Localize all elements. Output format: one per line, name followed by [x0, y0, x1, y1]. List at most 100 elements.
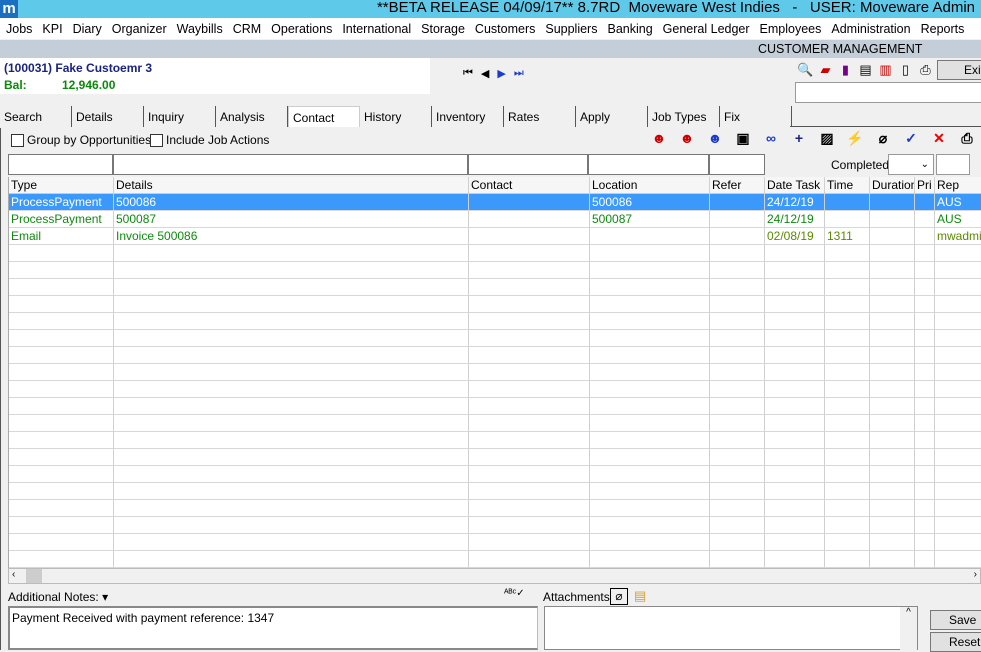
contact-out-icon[interactable]: ☻ — [706, 130, 724, 148]
search-zoom-icon[interactable]: 🔍 — [797, 62, 814, 79]
menu-banking[interactable]: Banking — [607, 22, 652, 36]
empty-row[interactable] — [9, 347, 981, 364]
empty-row[interactable] — [9, 551, 981, 568]
completed-select[interactable]: ⌄ — [888, 154, 934, 175]
preview-icon[interactable]: ▯ — [897, 62, 914, 79]
checkbox-box[interactable] — [150, 133, 163, 147]
column-header[interactable]: Details — [114, 177, 469, 194]
table-row[interactable]: EmailInvoice 500086 02/08/191311 mwadmin — [9, 228, 981, 245]
link-icon[interactable]: ∞ — [762, 130, 780, 148]
document-list-icon[interactable]: ▤ — [857, 62, 874, 79]
attachments-list[interactable] — [544, 606, 918, 650]
print-icon[interactable]: ⎙ — [917, 62, 934, 79]
save-button[interactable]: Save — [930, 610, 981, 630]
menu-suppliers[interactable]: Suppliers — [545, 22, 597, 36]
menu-customers[interactable]: Customers — [475, 22, 535, 36]
tab-history[interactable]: History — [360, 106, 432, 127]
next-record-icon[interactable]: ▶ — [497, 67, 505, 80]
empty-row[interactable] — [9, 517, 981, 534]
column-header[interactable]: Contact — [469, 177, 590, 194]
menu-operations[interactable]: Operations — [271, 22, 332, 36]
menu-organizer[interactable]: Organizer — [112, 22, 167, 36]
column-header[interactable]: Time — [825, 177, 870, 194]
column-header[interactable]: Pri — [915, 177, 935, 194]
attach-paperclip-icon[interactable]: ⌀ — [610, 588, 628, 605]
pdf-icon[interactable]: ▥ — [877, 62, 894, 79]
notes-textarea[interactable]: Payment Received with payment reference:… — [8, 606, 538, 650]
column-header[interactable]: Location — [590, 177, 710, 194]
filter-details-input[interactable] — [113, 154, 468, 175]
tab-fix[interactable]: Fix — [720, 106, 792, 127]
menu-jobs[interactable]: Jobs — [6, 22, 32, 36]
additional-notes-label[interactable]: Additional Notes: ▾ — [8, 590, 108, 604]
menu-administration[interactable]: Administration — [831, 22, 910, 36]
completed-input[interactable] — [936, 154, 970, 175]
edit-icon[interactable]: ▨ — [818, 130, 836, 148]
menu-diary[interactable]: Diary — [73, 22, 102, 36]
include-job-actions-checkbox[interactable]: Include Job Actions — [150, 133, 269, 147]
checkbox-box[interactable] — [11, 133, 24, 147]
tab-search[interactable]: Search — [0, 106, 72, 127]
tab-inquiry[interactable]: Inquiry — [144, 106, 216, 127]
folder-icon[interactable]: ▰ — [817, 62, 834, 79]
menu-employees[interactable]: Employees — [760, 22, 822, 36]
empty-row[interactable] — [9, 466, 981, 483]
table-row[interactable]: ProcessPayment 500087 500087 24/12/19 AUS — [9, 211, 981, 228]
tab-contact[interactable]: Contact — [288, 106, 360, 127]
flash-icon[interactable]: ⚡ — [846, 130, 864, 148]
tab-apply[interactable]: Apply — [576, 106, 648, 127]
empty-row[interactable] — [9, 262, 981, 279]
column-header[interactable]: Duration — [870, 177, 915, 194]
column-header[interactable]: Type — [9, 177, 114, 194]
empty-row[interactable] — [9, 483, 981, 500]
empty-row[interactable] — [9, 500, 981, 517]
exit-button[interactable]: Exit — [937, 60, 981, 80]
menu-kpi[interactable]: KPI — [42, 22, 62, 36]
empty-row[interactable] — [9, 296, 981, 313]
tab-details[interactable]: Details — [72, 106, 144, 127]
tab-inventory[interactable]: Inventory — [432, 106, 504, 127]
print-icon[interactable]: ⎙ — [958, 130, 976, 148]
horizontal-scrollbar[interactable]: ‹ › — [8, 568, 981, 584]
paperclip-icon[interactable]: ⌀ — [874, 130, 892, 148]
spellcheck-icon[interactable]: ᴬᴮᶜ✓ — [504, 588, 525, 599]
caret-down-icon[interactable]: ▾ — [102, 590, 108, 604]
empty-row[interactable] — [9, 313, 981, 330]
check-icon[interactable]: ✓ — [902, 130, 920, 148]
contact-in-icon[interactable]: ☻ — [650, 130, 668, 148]
filter-location-input[interactable] — [588, 154, 709, 175]
menu-international[interactable]: International — [342, 22, 411, 36]
contact-transfer-icon[interactable]: ☻ — [678, 130, 696, 148]
column-header[interactable]: Date Task — [765, 177, 825, 194]
document-icon[interactable]: ▣ — [734, 130, 752, 148]
column-header[interactable]: Rep — [935, 177, 981, 194]
menu-storage[interactable]: Storage — [421, 22, 465, 36]
tab-rates[interactable]: Rates — [504, 106, 576, 127]
attachment-document-icon[interactable]: ▤ — [634, 588, 646, 604]
phone-icon[interactable]: ▮ — [837, 62, 854, 79]
top-search-input[interactable] — [795, 82, 981, 103]
empty-row[interactable] — [9, 534, 981, 551]
scroll-thumb[interactable] — [26, 569, 42, 583]
menu-reports[interactable]: Reports — [921, 22, 965, 36]
menu-waybills[interactable]: Waybills — [177, 22, 223, 36]
filter-contact-input[interactable] — [468, 154, 588, 175]
empty-row[interactable] — [9, 330, 981, 347]
delete-icon[interactable]: ✕ — [930, 130, 948, 148]
empty-row[interactable] — [9, 449, 981, 466]
empty-row[interactable] — [9, 279, 981, 296]
scroll-right-icon[interactable]: › — [974, 569, 977, 580]
empty-row[interactable] — [9, 245, 981, 262]
scroll-left-icon[interactable]: ‹ — [12, 569, 15, 580]
empty-row[interactable] — [9, 381, 981, 398]
tab-analysis[interactable]: Analysis — [216, 106, 288, 127]
group-by-opportunities-checkbox[interactable]: Group by Opportunities — [11, 133, 151, 147]
first-record-icon[interactable]: ⏮ — [463, 67, 473, 80]
column-header[interactable]: Refer — [710, 177, 765, 194]
add-icon[interactable]: + — [790, 130, 808, 148]
empty-row[interactable] — [9, 432, 981, 449]
filter-type-input[interactable] — [8, 154, 113, 175]
reset-button[interactable]: Reset — [930, 632, 981, 652]
prev-record-icon[interactable]: ◀ — [481, 67, 489, 80]
menu-crm[interactable]: CRM — [233, 22, 261, 36]
